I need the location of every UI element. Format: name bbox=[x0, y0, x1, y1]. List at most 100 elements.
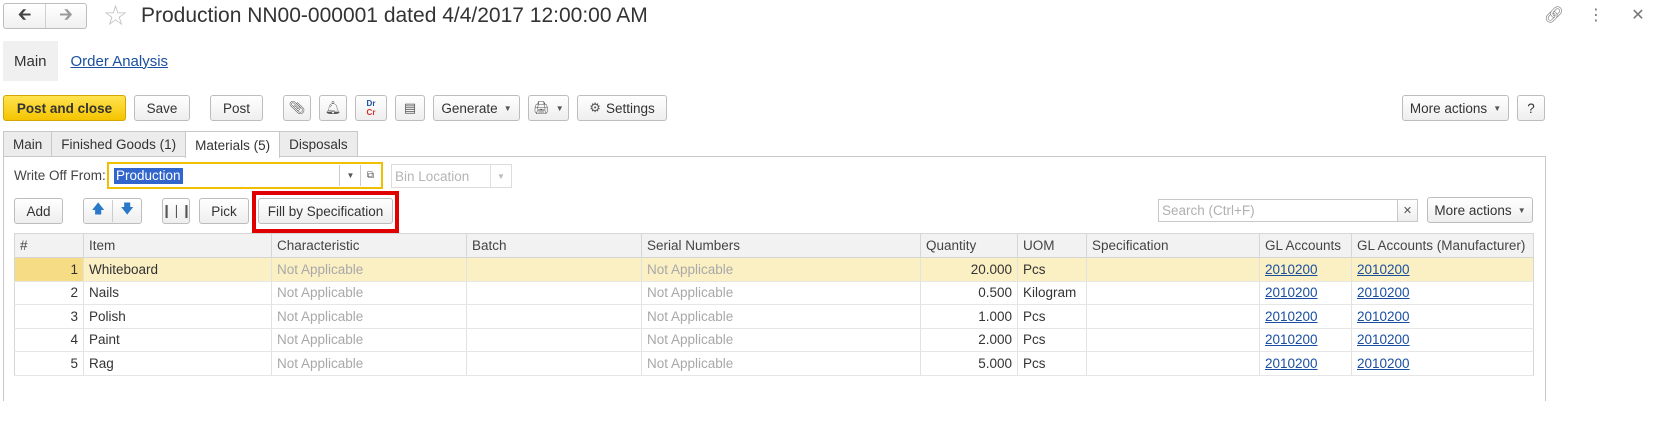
forward-button[interactable]: 🡲 bbox=[44, 4, 86, 28]
move-down-icon[interactable]: 🡇 bbox=[112, 200, 141, 222]
post-and-close-button[interactable]: Post and close bbox=[3, 95, 126, 121]
col-serial-numbers[interactable]: Serial Numbers bbox=[641, 233, 921, 258]
cell-quantity[interactable]: 20.000 bbox=[920, 257, 1018, 282]
cell-batch[interactable] bbox=[466, 281, 642, 305]
cell-item[interactable]: Rag bbox=[83, 351, 272, 376]
cell-batch[interactable] bbox=[466, 257, 642, 282]
cell-specification[interactable] bbox=[1086, 351, 1260, 376]
cell-gl-accounts[interactable]: 2010200 bbox=[1259, 328, 1352, 352]
table-row[interactable]: 2 Nails Not Applicable Not Applicable 0.… bbox=[14, 281, 1534, 305]
col-item[interactable]: Item bbox=[83, 233, 272, 258]
cell-characteristic[interactable]: Not Applicable bbox=[271, 281, 467, 305]
cell-specification[interactable] bbox=[1086, 281, 1260, 305]
cell-quantity[interactable]: 2.000 bbox=[920, 328, 1018, 352]
barcode-button[interactable]: ❙❘❙ bbox=[161, 198, 192, 224]
cell-gl-accounts-manufacturer[interactable]: 2010200 bbox=[1351, 281, 1534, 305]
cell-serial-numbers[interactable]: Not Applicable bbox=[641, 304, 921, 329]
tab-disposals[interactable]: Disposals bbox=[279, 131, 358, 157]
cell-quantity[interactable]: 5.000 bbox=[920, 351, 1018, 376]
cell-batch[interactable] bbox=[466, 304, 642, 329]
tools-icon: ⚙ bbox=[589, 100, 601, 115]
chevron-down-icon: ▼ bbox=[503, 103, 512, 113]
table-row[interactable]: 4 Paint Not Applicable Not Applicable 2.… bbox=[14, 328, 1534, 352]
attachment-button[interactable]: 📎︎ bbox=[283, 95, 311, 121]
col-gl-accounts-manufacturer[interactable]: GL Accounts (Manufacturer) bbox=[1351, 233, 1534, 258]
cell-uom[interactable]: Pcs bbox=[1017, 328, 1087, 352]
tab-finished-goods[interactable]: Finished Goods (1) bbox=[51, 131, 187, 157]
cell-batch[interactable] bbox=[466, 351, 642, 376]
star-icon[interactable]: ☆ bbox=[103, 1, 128, 31]
cell-gl-accounts[interactable]: 2010200 bbox=[1259, 281, 1352, 305]
post-button[interactable]: Post bbox=[210, 95, 263, 121]
cell-batch[interactable] bbox=[466, 328, 642, 352]
tab-order-analysis[interactable]: Order Analysis bbox=[58, 41, 180, 81]
cell-item[interactable]: Paint bbox=[83, 328, 272, 352]
cell-gl-accounts-manufacturer[interactable]: 2010200 bbox=[1351, 304, 1534, 329]
table-row[interactable]: 3 Polish Not Applicable Not Applicable 1… bbox=[14, 304, 1534, 329]
move-up-icon[interactable]: 🡅 bbox=[84, 200, 112, 222]
structure-button[interactable]: ▤ bbox=[395, 95, 425, 121]
pick-button[interactable]: Pick bbox=[199, 198, 249, 224]
col-gl-accounts[interactable]: GL Accounts bbox=[1259, 233, 1352, 258]
close-icon[interactable]: ✕ bbox=[1627, 5, 1649, 25]
cell-characteristic[interactable]: Not Applicable bbox=[271, 328, 467, 352]
col-specification[interactable]: Specification bbox=[1086, 233, 1260, 258]
cell-gl-accounts-manufacturer[interactable]: 2010200 bbox=[1351, 328, 1534, 352]
more-actions-button[interactable]: More actions ▼ bbox=[1402, 95, 1509, 121]
cell-gl-accounts-manufacturer[interactable]: 2010200 bbox=[1351, 257, 1534, 282]
cell-item[interactable]: Polish bbox=[83, 304, 272, 329]
reminder-button[interactable]: 🔔︎ bbox=[319, 95, 347, 121]
table-row[interactable]: 5 Rag Not Applicable Not Applicable 5.00… bbox=[14, 351, 1534, 376]
back-button[interactable]: 🡰 bbox=[4, 4, 45, 28]
cell-gl-accounts[interactable]: 2010200 bbox=[1259, 351, 1352, 376]
cell-gl-accounts[interactable]: 2010200 bbox=[1259, 257, 1352, 282]
col-quantity[interactable]: Quantity bbox=[920, 233, 1018, 258]
cell-item[interactable]: Nails bbox=[83, 281, 272, 305]
write-off-field[interactable]: Production ▼ ⧉ bbox=[107, 162, 383, 189]
link-icon[interactable]: 🔗︎ bbox=[1543, 5, 1565, 25]
cell-gl-accounts[interactable]: 2010200 bbox=[1259, 304, 1352, 329]
cell-item[interactable]: Whiteboard bbox=[83, 257, 272, 282]
cell-characteristic[interactable]: Not Applicable bbox=[271, 304, 467, 329]
cell-uom[interactable]: Kilogram bbox=[1017, 281, 1087, 305]
cell-uom[interactable]: Pcs bbox=[1017, 257, 1087, 282]
col-uom[interactable]: UOM bbox=[1017, 233, 1087, 258]
col-batch[interactable]: Batch bbox=[466, 233, 642, 258]
tab-main-inner[interactable]: Main bbox=[3, 131, 53, 157]
cell-uom[interactable]: Pcs bbox=[1017, 304, 1087, 329]
col-characteristic[interactable]: Characteristic bbox=[271, 233, 467, 258]
settings-button[interactable]: ⚙ Settings bbox=[577, 95, 667, 121]
table-more-actions-button[interactable]: More actions ▼ bbox=[1427, 197, 1533, 223]
add-button[interactable]: Add bbox=[14, 198, 63, 224]
cell-specification[interactable] bbox=[1086, 257, 1260, 282]
cell-serial-numbers[interactable]: Not Applicable bbox=[641, 281, 921, 305]
tab-main[interactable]: Main bbox=[3, 41, 58, 81]
cell-quantity[interactable]: 1.000 bbox=[920, 304, 1018, 329]
chevron-down-icon[interactable]: ▼ bbox=[490, 165, 511, 187]
cell-characteristic[interactable]: Not Applicable bbox=[271, 257, 467, 282]
generate-button[interactable]: Generate ▼ bbox=[433, 95, 520, 121]
save-button[interactable]: Save bbox=[134, 95, 190, 121]
cell-serial-numbers[interactable]: Not Applicable bbox=[641, 328, 921, 352]
tab-materials[interactable]: Materials (5) bbox=[185, 131, 281, 158]
bin-location-field[interactable]: Bin Location ▼ bbox=[391, 164, 512, 188]
cell-serial-numbers[interactable]: Not Applicable bbox=[641, 257, 921, 282]
help-button[interactable]: ? bbox=[1517, 95, 1545, 121]
kebab-menu-icon[interactable]: ⋮ bbox=[1585, 5, 1607, 25]
cell-specification[interactable] bbox=[1086, 328, 1260, 352]
cell-specification[interactable] bbox=[1086, 304, 1260, 329]
col-number[interactable]: # bbox=[14, 233, 84, 258]
dr-cr-button[interactable]: Dr Cr bbox=[355, 95, 387, 121]
chevron-down-icon[interactable]: ▼ bbox=[339, 165, 361, 186]
print-button[interactable]: 🖨︎ ▼ bbox=[528, 95, 569, 121]
cell-uom[interactable]: Pcs bbox=[1017, 351, 1087, 376]
table-row[interactable]: 1 Whiteboard Not Applicable Not Applicab… bbox=[14, 257, 1534, 282]
clear-search-icon[interactable]: ✕ bbox=[1397, 199, 1418, 222]
open-icon[interactable]: ⧉ bbox=[360, 165, 380, 186]
fill-by-specification-button[interactable]: Fill by Specification bbox=[258, 198, 393, 224]
cell-quantity[interactable]: 0.500 bbox=[920, 281, 1018, 305]
search-input[interactable]: Search (Ctrl+F) bbox=[1158, 199, 1398, 222]
cell-serial-numbers[interactable]: Not Applicable bbox=[641, 351, 921, 376]
cell-characteristic[interactable]: Not Applicable bbox=[271, 351, 467, 376]
cell-gl-accounts-manufacturer[interactable]: 2010200 bbox=[1351, 351, 1534, 376]
